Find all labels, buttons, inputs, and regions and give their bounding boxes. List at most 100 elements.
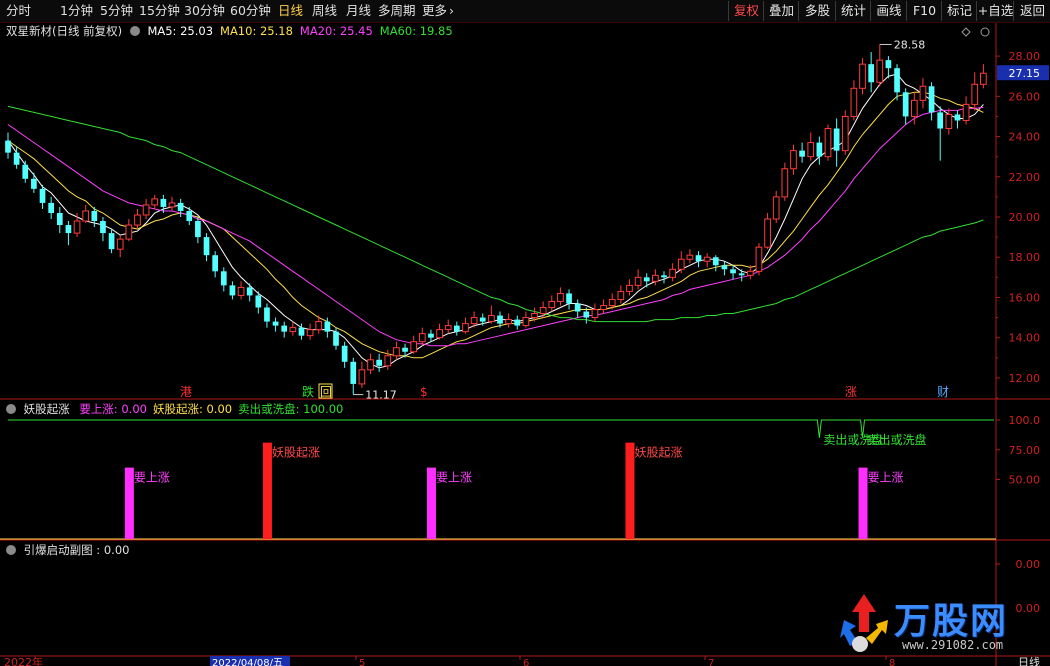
candle-body bbox=[980, 72, 987, 85]
event-marker: 涨 bbox=[845, 384, 857, 399]
period-tab-8[interactable]: 月线 bbox=[346, 2, 371, 20]
candle-body bbox=[928, 86, 935, 113]
candle-body bbox=[746, 270, 754, 276]
yao-signal-label: 妖股起涨 bbox=[272, 445, 320, 460]
toolbar-button-3[interactable]: 统计 bbox=[835, 1, 871, 21]
up-signal-bar bbox=[124, 467, 134, 539]
candle-body bbox=[557, 292, 564, 302]
candle-body bbox=[816, 142, 823, 157]
period-tab-9[interactable]: 多周期 bbox=[378, 2, 416, 20]
period-tab-3[interactable]: 15分钟 bbox=[139, 2, 180, 20]
event-marker: 港 bbox=[180, 385, 192, 399]
price-tick-label: 28.00 bbox=[1009, 50, 1041, 63]
period-tab-6[interactable]: 日线 bbox=[278, 2, 303, 20]
candle-body bbox=[177, 202, 184, 211]
watermark-text: 万股网 bbox=[894, 601, 1009, 642]
price-header: 双星新材(日线 前复权) MA5: 25.03 MA10: 25.18 MA20: … bbox=[6, 23, 460, 39]
candle-body bbox=[669, 268, 676, 278]
dropdown-circle-icon[interactable] bbox=[129, 26, 140, 36]
candle-body bbox=[195, 221, 201, 238]
candle-body bbox=[160, 198, 167, 207]
ma-label-0: MA5: 25.03 bbox=[147, 24, 214, 38]
toolbar-button-2[interactable]: 多股 bbox=[798, 1, 836, 21]
candle-body bbox=[22, 164, 29, 179]
indicator1-name[interactable]: 妖股起涨 bbox=[24, 402, 70, 416]
candle-body bbox=[497, 315, 503, 324]
ind1-tick-label: 50.00 bbox=[1009, 474, 1041, 487]
candle-body bbox=[703, 256, 711, 262]
event-marker: 回 bbox=[320, 385, 332, 399]
toolbar-button-4[interactable]: 画线 bbox=[870, 1, 907, 21]
toolbar-button-7[interactable]: +自选 bbox=[976, 1, 1014, 21]
up-signal-label: 要上涨 bbox=[134, 470, 170, 485]
up-signal-label: 要上涨 bbox=[436, 470, 472, 485]
dropdown-circle-icon[interactable] bbox=[6, 545, 16, 555]
candle-body bbox=[376, 359, 383, 366]
candle-body bbox=[634, 276, 642, 286]
candle-body bbox=[677, 258, 685, 270]
up-signal-label: 要上涨 bbox=[868, 470, 904, 485]
period-tab-1[interactable]: 1分钟 bbox=[60, 2, 93, 20]
indicator2-name[interactable]: 引爆启动副图 : 0.00 bbox=[24, 543, 130, 557]
ind1-tick-label: 100.0 bbox=[1009, 414, 1041, 427]
toolbar-button-0[interactable]: 复权 bbox=[728, 1, 764, 21]
candle-body bbox=[31, 178, 37, 189]
yao-signal-bar bbox=[262, 442, 272, 539]
candle-body bbox=[56, 212, 63, 226]
time-tick-label: 6 bbox=[523, 658, 529, 666]
candle-body bbox=[324, 321, 331, 332]
period-tab-5[interactable]: 60分钟 bbox=[230, 2, 271, 20]
indicator1-value-1: 妖股起涨: 0.00 bbox=[152, 402, 233, 416]
sell-signal-label: 卖出或洗盘 bbox=[867, 432, 927, 447]
candle-body bbox=[298, 327, 305, 336]
candle-body bbox=[444, 325, 452, 331]
price-tick-label: 18.00 bbox=[1009, 251, 1041, 264]
diamond-icon bbox=[961, 27, 971, 37]
candle-body bbox=[755, 246, 763, 272]
period-tab-4[interactable]: 30分钟 bbox=[184, 2, 225, 20]
candle-body bbox=[65, 225, 72, 234]
toolbar-button-5[interactable]: F10 bbox=[906, 1, 942, 21]
candle-body bbox=[505, 319, 512, 325]
period-tab-2[interactable]: 5分钟 bbox=[100, 2, 133, 20]
candle-body bbox=[212, 255, 219, 272]
candle-body bbox=[384, 355, 392, 367]
stock-title[interactable]: 双星新材(日线 前复权) bbox=[6, 24, 122, 38]
dropdown-circle-icon[interactable] bbox=[6, 404, 16, 414]
candle-body bbox=[91, 210, 98, 222]
candle-body bbox=[661, 275, 667, 278]
period-tab-10[interactable]: 更多 bbox=[422, 2, 447, 20]
up-signal-bar bbox=[426, 467, 436, 539]
candle-body bbox=[108, 233, 115, 250]
current-price-label: 27.15 bbox=[1009, 67, 1041, 80]
period-tab-0[interactable]: 分时 bbox=[6, 2, 31, 20]
time-tick-label: 7 bbox=[708, 658, 714, 666]
toolbar-button-1[interactable]: 叠加 bbox=[763, 1, 799, 21]
watermark: 万股网 www.291082.com bbox=[836, 590, 1046, 660]
ma-label-3: MA60: 19.85 bbox=[379, 24, 453, 38]
candle-body bbox=[73, 220, 81, 234]
candle-body bbox=[764, 218, 771, 248]
candle-body bbox=[281, 325, 288, 332]
candle-body bbox=[255, 295, 262, 308]
chevron-right-icon[interactable]: › bbox=[449, 2, 454, 20]
candle-body bbox=[971, 83, 979, 105]
candle-body bbox=[868, 64, 875, 83]
date-label: 2022/04/08/五 bbox=[212, 658, 283, 666]
candle-body bbox=[859, 63, 866, 89]
toolbar-button-8[interactable]: 返回 bbox=[1013, 1, 1050, 21]
candle-body bbox=[850, 87, 858, 117]
high-price-label: 28.58 bbox=[894, 38, 926, 51]
watermark-url: www.291082.com bbox=[902, 638, 1004, 652]
toolbar-button-6[interactable]: 标记 bbox=[941, 1, 977, 21]
candle-body bbox=[315, 321, 323, 331]
candle-body bbox=[712, 257, 719, 266]
candle-body bbox=[203, 237, 210, 256]
candle-body bbox=[876, 59, 884, 83]
candle-body bbox=[910, 99, 918, 117]
period-tab-7[interactable]: 周线 bbox=[312, 2, 337, 20]
candle-body bbox=[686, 254, 694, 260]
candle-body bbox=[116, 238, 124, 250]
candle-body bbox=[151, 198, 159, 206]
candle-body bbox=[799, 150, 805, 157]
